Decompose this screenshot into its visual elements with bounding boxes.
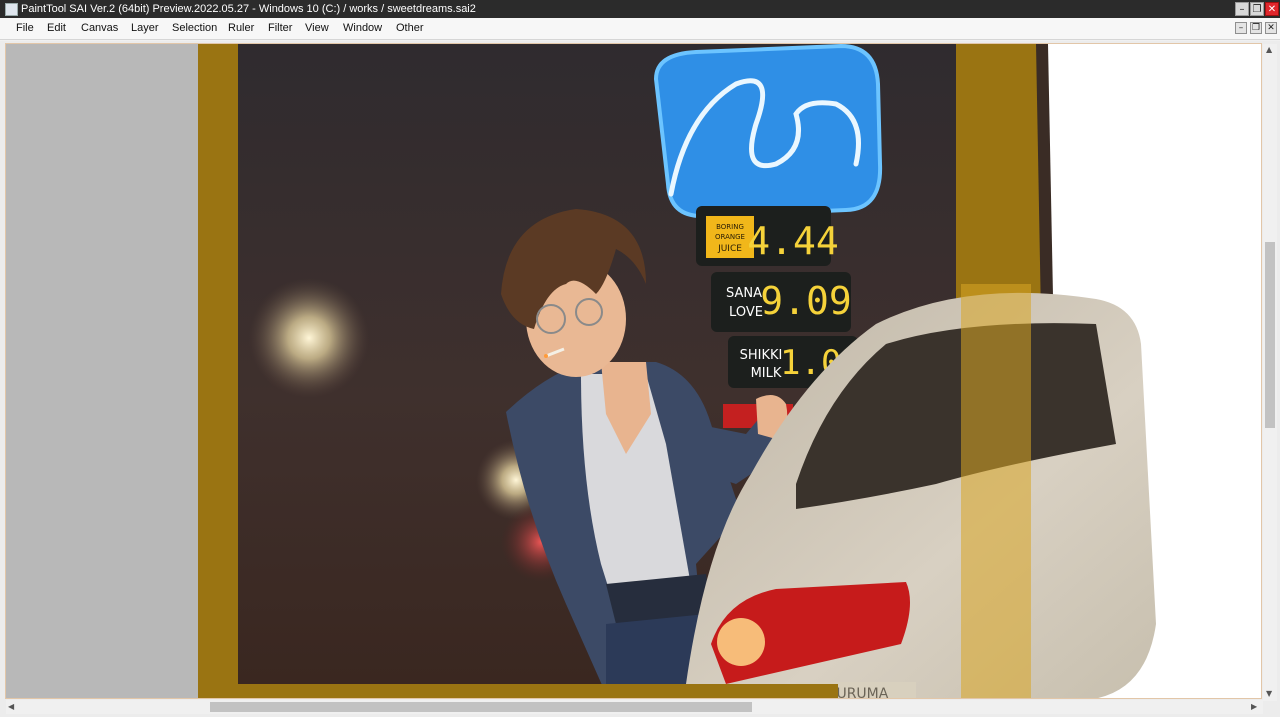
canvas-viewport[interactable]: BORING ORANGE JUICE 4.44 SANA LOVE 9.09 … [5, 43, 1262, 699]
window-title: PaintTool SAI Ver.2 (64bit) Preview.2022… [21, 3, 476, 15]
scroll-right-arrow-icon[interactable]: ▶ [1251, 702, 1257, 711]
sign-2-line1: SANA [726, 286, 762, 301]
sign-2-price: 9.09 [760, 279, 852, 323]
menu-canvas[interactable]: Canvas [81, 22, 118, 34]
restore-button[interactable]: ❐ [1250, 2, 1264, 16]
menu-edit[interactable]: Edit [47, 22, 66, 34]
menu-file[interactable]: File [16, 22, 34, 34]
canvas-area[interactable]: BORING ORANGE JUICE 4.44 SANA LOVE 9.09 … [0, 41, 1280, 717]
sign-3-line1: SHIKKI [740, 348, 783, 363]
sign-1-line3: JUICE [717, 244, 742, 254]
menu-other[interactable]: Other [396, 22, 424, 34]
menu-layer[interactable]: Layer [131, 22, 159, 34]
app-icon [5, 3, 18, 16]
sign-1-line1: BORING [716, 223, 744, 231]
sign-3-line2: MILK [751, 366, 782, 381]
menu-bar: File Edit Canvas Layer Selection Ruler F… [0, 18, 1280, 40]
doc-restore-button[interactable]: ❐ [1250, 22, 1262, 34]
menu-view[interactable]: View [305, 22, 329, 34]
neon-sign [653, 44, 883, 219]
scroll-down-arrow-icon[interactable]: ▼ [1266, 689, 1272, 698]
vertical-scrollbar[interactable]: ▲ ▼ [1263, 44, 1277, 701]
minimize-button[interactable]: – [1235, 2, 1249, 16]
sign-2-line2: LOVE [729, 305, 763, 320]
sign-1-line2: ORANGE [715, 233, 745, 241]
menu-ruler[interactable]: Ruler [228, 22, 254, 34]
horizontal-scroll-thumb[interactable] [210, 702, 752, 712]
menu-selection[interactable]: Selection [172, 22, 217, 34]
title-bar: PaintTool SAI Ver.2 (64bit) Preview.2022… [0, 0, 1280, 18]
vertical-scroll-thumb[interactable] [1265, 242, 1275, 428]
scroll-left-arrow-icon[interactable]: ◀ [8, 702, 14, 711]
sign-1-price: 4.44 [747, 219, 839, 263]
price-sign-1: BORING ORANGE JUICE 4.44 [696, 206, 839, 266]
horizontal-scrollbar[interactable]: ◀ ▶ [6, 700, 1263, 714]
price-sign-2: SANA LOVE 9.09 [711, 272, 852, 332]
menu-filter[interactable]: Filter [268, 22, 292, 34]
doc-minimize-button[interactable]: – [1235, 22, 1247, 34]
menu-window[interactable]: Window [343, 22, 382, 34]
doc-close-button[interactable]: ✕ [1265, 22, 1277, 34]
close-button[interactable]: ✕ [1265, 2, 1279, 16]
canvas-margin-left [6, 44, 198, 698]
street-light [249, 278, 369, 398]
artwork-canvas[interactable]: BORING ORANGE JUICE 4.44 SANA LOVE 9.09 … [6, 44, 1262, 699]
window-frame-bottom [238, 684, 838, 698]
scroll-up-arrow-icon[interactable]: ▲ [1266, 45, 1272, 54]
